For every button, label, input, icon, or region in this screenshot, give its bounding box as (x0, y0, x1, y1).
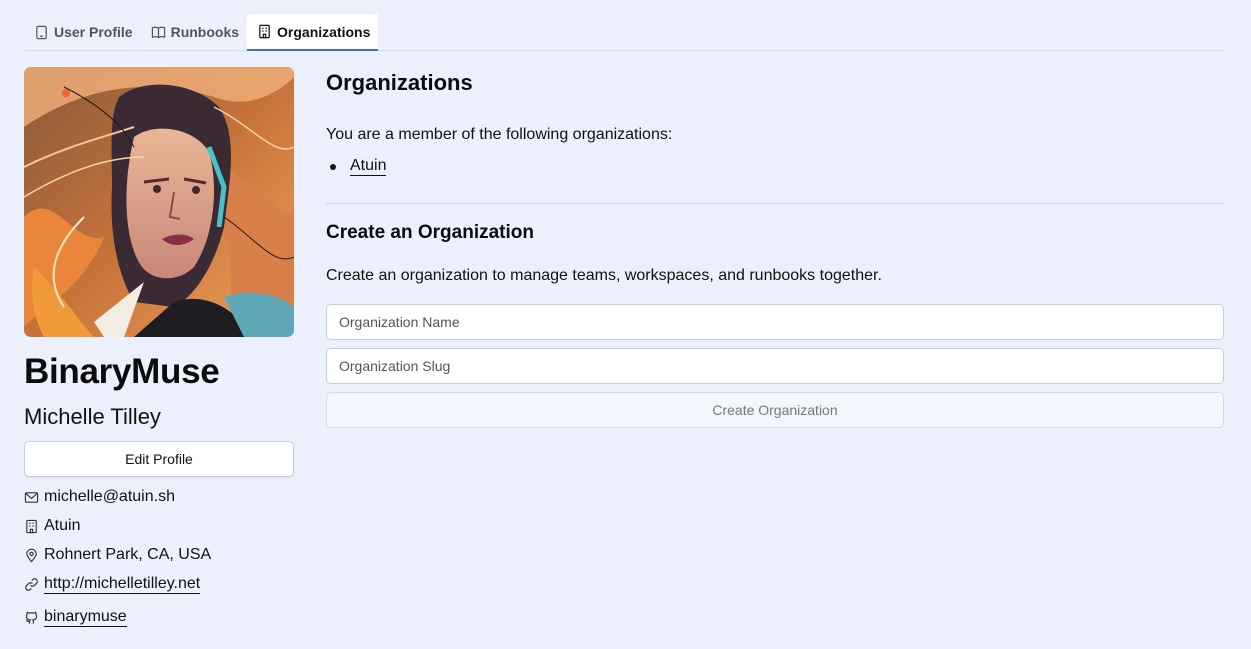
github-icon (25, 611, 38, 624)
tab-organizations[interactable]: Organizations (247, 14, 379, 51)
create-organization-heading: Create an Organization (326, 222, 534, 243)
building-icon (259, 24, 270, 39)
profile-username: BinaryMuse (24, 352, 220, 391)
profile-full-name: Michelle Tilley (24, 404, 161, 429)
tablet-icon (36, 25, 47, 39)
organization-list: Atuin (326, 157, 387, 176)
section-divider (326, 203, 1224, 204)
create-organization-button[interactable]: Create Organization (326, 392, 1224, 428)
profile-website-link[interactable]: http://michelletilley.net (44, 575, 201, 594)
profile-email: michelle@atuin.sh (44, 488, 175, 505)
create-organization-description: Create an organization to manage teams, … (326, 267, 882, 284)
profile-location: Rohnert Park, CA, USA (44, 546, 212, 563)
building-icon (26, 519, 37, 533)
link-icon (25, 578, 38, 591)
profile-location-row: Rohnert Park, CA, USA (24, 546, 211, 564)
profile-company-row: Atuin (24, 517, 80, 535)
book-icon (151, 26, 165, 38)
bullet-icon (330, 163, 336, 170)
profile-github-row: binarymuse (24, 608, 127, 627)
tab-runbooks-label: Runbooks (170, 24, 240, 40)
tab-runbooks[interactable]: Runbooks (141, 14, 247, 50)
avatar-image (24, 67, 294, 337)
membership-text: You are a member of the following organi… (326, 126, 673, 143)
profile-github-link[interactable]: binarymuse (44, 608, 127, 627)
tab-user-profile-label: User Profile (54, 24, 133, 40)
map-pin-icon (26, 548, 37, 562)
avatar (24, 67, 294, 337)
profile-email-row: michelle@atuin.sh (24, 488, 175, 506)
edit-profile-button[interactable]: Edit Profile (24, 441, 294, 477)
organization-slug-input[interactable] (326, 348, 1224, 384)
organization-link-atuin[interactable]: Atuin (350, 157, 387, 176)
profile-website-row: http://michelletilley.net (24, 575, 201, 594)
page-title: Organizations (326, 70, 473, 95)
tab-organizations-label: Organizations (277, 23, 371, 40)
profile-company: Atuin (44, 517, 81, 534)
tab-user-profile[interactable]: User Profile (24, 14, 141, 50)
mail-icon (24, 491, 39, 503)
organization-name-input[interactable] (326, 304, 1224, 340)
tab-bar: User Profile Runbooks Organizations (24, 14, 1224, 51)
list-item: Atuin (326, 157, 387, 176)
